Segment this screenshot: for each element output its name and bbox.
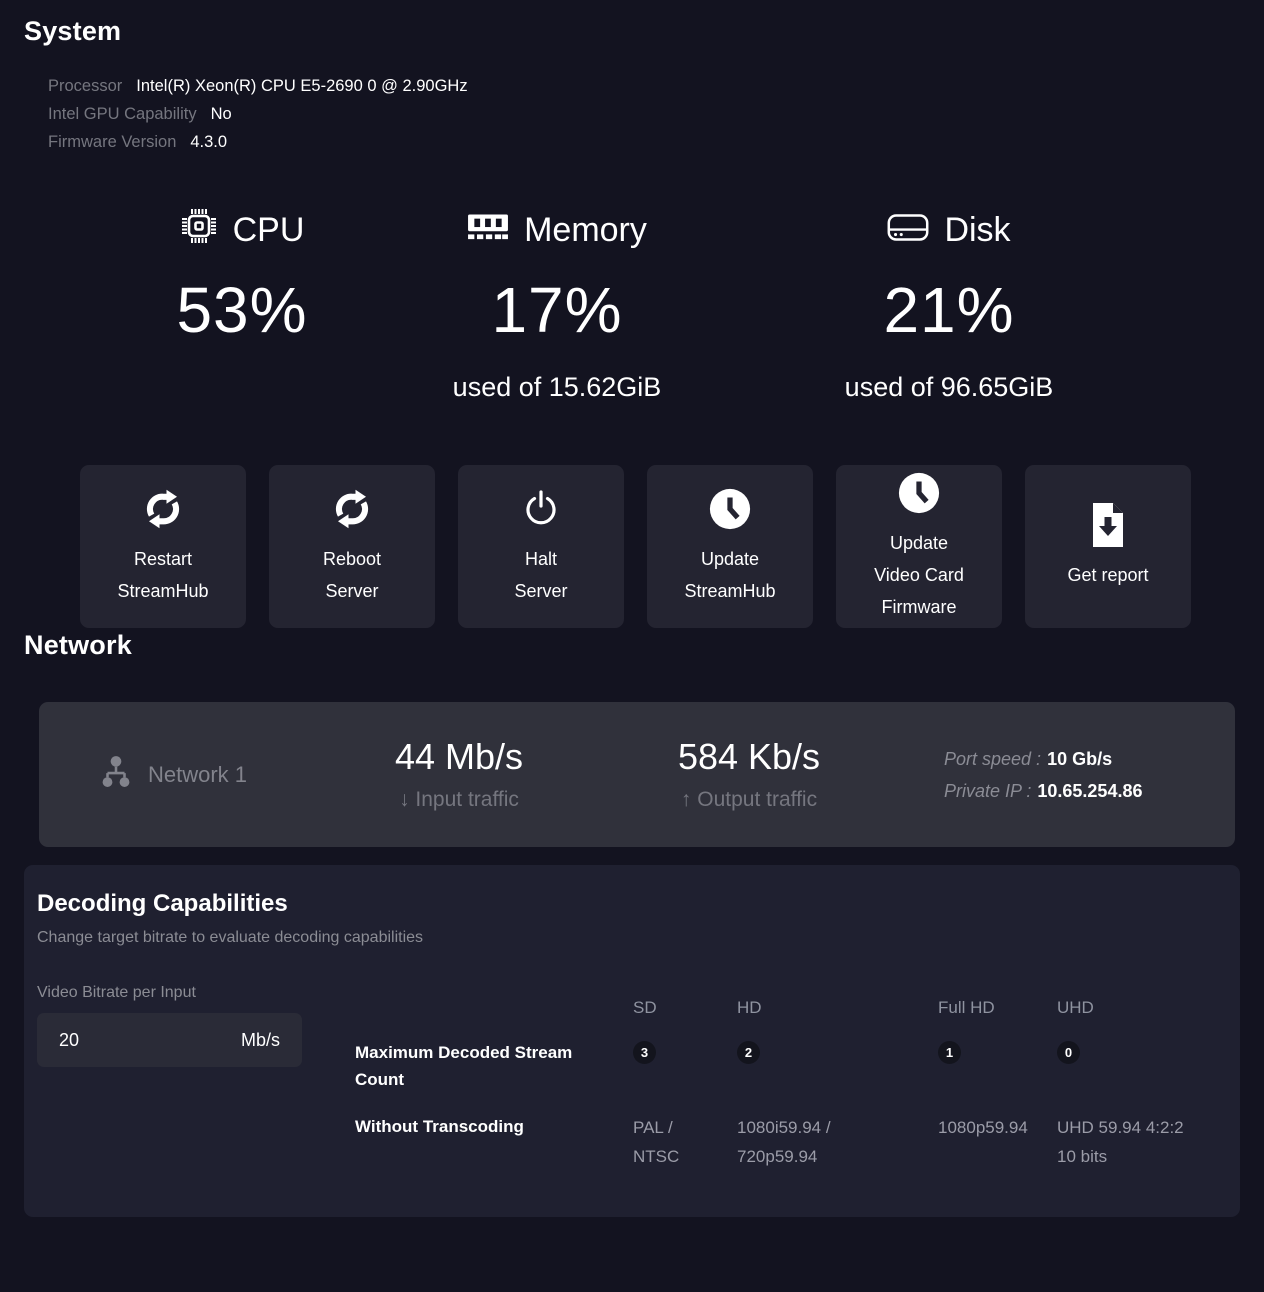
max-count-uhd-cell: 0: [1057, 1039, 1227, 1064]
max-count-full-hd-cell: 1: [938, 1039, 1057, 1064]
output-traffic: 584 Kb/s ↑ Output traffic: [619, 737, 879, 812]
bitrate-label: Video Bitrate per Input: [37, 983, 302, 1003]
processor-value: Intel(R) Xeon(R) CPU E5-2690 0 @ 2.90GHz: [136, 77, 467, 95]
input-traffic-value: 44 Mb/s: [329, 737, 589, 777]
bitrate-group: Video Bitrate per Input Mb/s: [37, 983, 302, 1171]
memory-gauge-title: Memory: [524, 211, 647, 250]
col-header-uhd: UHD: [1057, 997, 1227, 1019]
update-video-card-firmware-button[interactable]: Update Video Card Firmware: [836, 465, 1002, 628]
decoding-body: Video Bitrate per Input Mb/s SD HD Full …: [37, 983, 1227, 1171]
count-badge: 2: [737, 1041, 760, 1064]
max-count-sd-cell: 3: [633, 1039, 737, 1064]
cpu-gauge: CPU 53%: [62, 210, 422, 403]
private-ip-label: Private IP :: [944, 781, 1031, 801]
decoding-capabilities-subtitle: Change target bitrate to evaluate decodi…: [37, 929, 1227, 947]
input-traffic-label: ↓ Input traffic: [329, 788, 589, 812]
without-transcoding-full-hd-cell: 1080p59.94: [938, 1113, 1057, 1142]
gpu-capability-label: Intel GPU Capability: [48, 105, 197, 123]
network-interface-name: Network 1: [148, 762, 247, 788]
output-traffic-label: ↑ Output traffic: [619, 788, 879, 812]
disk-usage-percent: 21%: [759, 274, 1139, 347]
without-transcoding-label: Without Transcoding: [355, 1113, 633, 1140]
reboot-server-button[interactable]: Reboot Server: [269, 465, 435, 628]
network-interface-card: Network 1 44 Mb/s ↓ Input traffic 584 Kb…: [39, 702, 1235, 847]
network-interface-id: Network 1: [99, 755, 289, 795]
cpu-gauge-title: CPU: [233, 211, 305, 250]
port-speed-row: Port speed : 10 Gb/s: [944, 743, 1142, 775]
port-speed-value: 10 Gb/s: [1047, 749, 1112, 769]
disk-usage-detail: used of 96.65GiB: [759, 371, 1139, 403]
cpu-icon: [180, 207, 218, 254]
disk-gauge-title: Disk: [944, 211, 1010, 250]
max-count-hd-cell: 2: [737, 1039, 938, 1064]
private-ip-row: Private IP : 10.65.254.86: [944, 775, 1142, 807]
decoding-capabilities-card: Decoding Capabilities Change target bitr…: [24, 865, 1240, 1217]
refresh-icon: [142, 486, 184, 532]
bitrate-input[interactable]: [59, 1030, 241, 1051]
get-report-label: Get report: [1067, 559, 1148, 591]
port-speed-label: Port speed :: [944, 749, 1041, 769]
output-traffic-value: 584 Kb/s: [619, 737, 879, 777]
without-transcoding-uhd-cell: UHD 59.94 4:2:2 10 bits: [1057, 1113, 1227, 1171]
cpu-usage-percent: 53%: [62, 274, 422, 347]
firmware-version-value: 4.3.0: [190, 133, 227, 151]
bitrate-unit: Mb/s: [241, 1030, 280, 1051]
disk-gauge: Disk 21% used of 96.65GiB: [759, 210, 1139, 403]
memory-usage-percent: 17%: [422, 274, 692, 347]
col-header-sd: SD: [633, 997, 737, 1019]
firmware-version-label: Firmware Version: [48, 133, 176, 151]
col-header-hd: HD: [737, 997, 938, 1019]
system-info: Processor Intel(R) Xeon(R) CPU E5-2690 0 …: [48, 72, 1240, 156]
memory-gauge: Memory 17% used of 15.62GiB: [422, 210, 692, 403]
power-icon: [521, 486, 561, 532]
input-traffic: 44 Mb/s ↓ Input traffic: [329, 737, 589, 812]
count-badge: 0: [1057, 1041, 1080, 1064]
resource-gauges: CPU 53%: [24, 210, 1240, 403]
cpu-usage-detail: [62, 371, 422, 403]
arrow-down-icon: ↓: [399, 788, 410, 811]
decoding-capabilities-title: Decoding Capabilities: [37, 889, 1227, 919]
restart-streamhub-button[interactable]: Restart StreamHub: [80, 465, 246, 628]
decoding-table: SD HD Full HD UHD Maximum Decoded Stream…: [355, 997, 1227, 1171]
output-traffic-caption: Output traffic: [697, 788, 817, 811]
disk-icon: [887, 211, 929, 250]
without-transcoding-sd-cell: PAL / NTSC: [633, 1113, 737, 1171]
gpu-capability-row: Intel GPU Capability No: [48, 100, 1240, 128]
update-streamhub-button[interactable]: Update StreamHub: [647, 465, 813, 628]
count-badge: 1: [938, 1041, 961, 1064]
network-meta: Port speed : 10 Gb/s Private IP : 10.65.25…: [944, 743, 1142, 807]
halt-server-label: Halt Server: [514, 543, 567, 607]
firmware-version-row: Firmware Version 4.3.0: [48, 128, 1240, 156]
input-traffic-caption: Input traffic: [415, 788, 519, 811]
network-section-title: Network: [24, 628, 1240, 662]
system-section-title: System: [24, 14, 1240, 48]
clock-icon: [708, 486, 752, 532]
system-page: System Processor Intel(R) Xeon(R) CPU E5-…: [0, 0, 1264, 1292]
memory-usage-detail: used of 15.62GiB: [422, 371, 692, 403]
reboot-server-label: Reboot Server: [323, 543, 381, 607]
private-ip-value: 10.65.254.86: [1037, 781, 1142, 801]
memory-icon: [467, 211, 509, 250]
gpu-capability-value: No: [211, 105, 232, 123]
restart-streamhub-label: Restart StreamHub: [117, 543, 208, 607]
count-badge: 3: [633, 1041, 656, 1064]
get-report-button[interactable]: Get report: [1025, 465, 1191, 628]
col-header-full-hd: Full HD: [938, 997, 1057, 1019]
refresh-icon: [331, 486, 373, 532]
processor-row: Processor Intel(R) Xeon(R) CPU E5-2690 0 …: [48, 72, 1240, 100]
max-decoded-stream-count-label: Maximum Decoded Stream Count: [355, 1039, 633, 1093]
without-transcoding-hd-cell: 1080i59.94 / 720p59.94: [737, 1113, 938, 1171]
network-nodes-icon: [99, 755, 133, 795]
bitrate-input-box: Mb/s: [37, 1013, 302, 1067]
update-streamhub-label: Update StreamHub: [684, 543, 775, 607]
processor-label: Processor: [48, 77, 122, 95]
clock-icon: [897, 470, 941, 516]
halt-server-button[interactable]: Halt Server: [458, 465, 624, 628]
update-video-card-firmware-label: Update Video Card Firmware: [874, 527, 964, 623]
report-download-icon: [1089, 502, 1127, 548]
arrow-up-icon: ↑: [681, 788, 692, 811]
server-actions: Restart StreamHub Reboot Server Halt S: [80, 465, 1240, 628]
